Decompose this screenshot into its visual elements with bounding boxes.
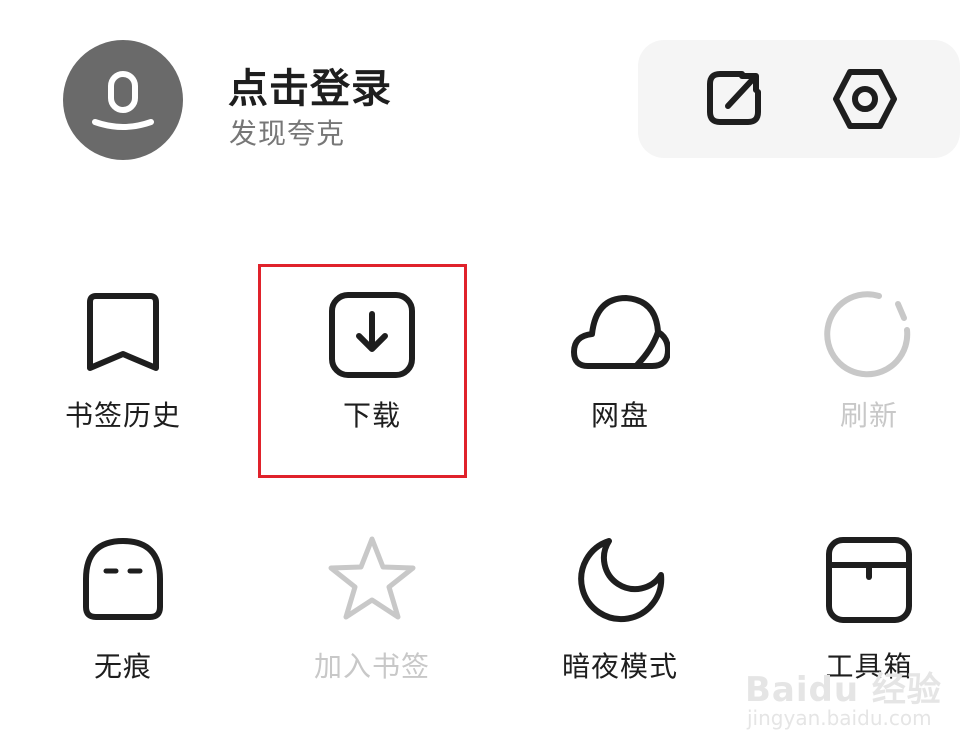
login-title[interactable]: 点击登录 <box>228 56 392 114</box>
share-icon <box>707 71 761 125</box>
header-actions-panel <box>638 40 960 158</box>
menu-item-label: 无痕 <box>93 650 152 683</box>
incognito-icon <box>83 538 163 620</box>
bookmark-icon <box>87 293 159 371</box>
menu-item-label: 加入书签 <box>313 650 430 683</box>
settings-icon <box>833 69 897 129</box>
share-button[interactable] <box>702 66 768 132</box>
watermark: Baidu 经验 jingyan.baidu.com <box>745 662 945 742</box>
menu-item-label: 书签历史 <box>64 399 181 432</box>
menu-item-label: 网盘 <box>590 399 649 432</box>
watermark-url: jingyan.baidu.com <box>747 706 932 730</box>
avatar[interactable] <box>63 40 183 160</box>
menu-item-refresh: 刷新 <box>779 290 959 470</box>
user-icon <box>92 71 154 130</box>
moon-icon <box>578 538 665 623</box>
cloud-icon <box>571 295 670 369</box>
menu-item-bookmarks[interactable]: 书签历史 <box>33 290 213 470</box>
menu-item-add-bookmark: 加入书签 <box>282 535 462 715</box>
toolbox-icon <box>826 537 912 623</box>
settings-button[interactable] <box>832 66 898 132</box>
login-subtitle: 发现夸克 <box>229 117 346 150</box>
star-icon <box>328 536 416 620</box>
menu-item-incognito[interactable]: 无痕 <box>33 535 213 715</box>
refresh-icon <box>824 291 911 378</box>
highlight-box <box>258 264 467 478</box>
menu-item-dark-mode[interactable]: 暗夜模式 <box>530 535 710 715</box>
watermark-logo: Baidu 经验 <box>745 670 942 710</box>
menu-item-label: 暗夜模式 <box>561 650 678 683</box>
menu-item-cloud-drive[interactable]: 网盘 <box>530 290 710 470</box>
menu-item-label: 刷新 <box>839 399 898 432</box>
